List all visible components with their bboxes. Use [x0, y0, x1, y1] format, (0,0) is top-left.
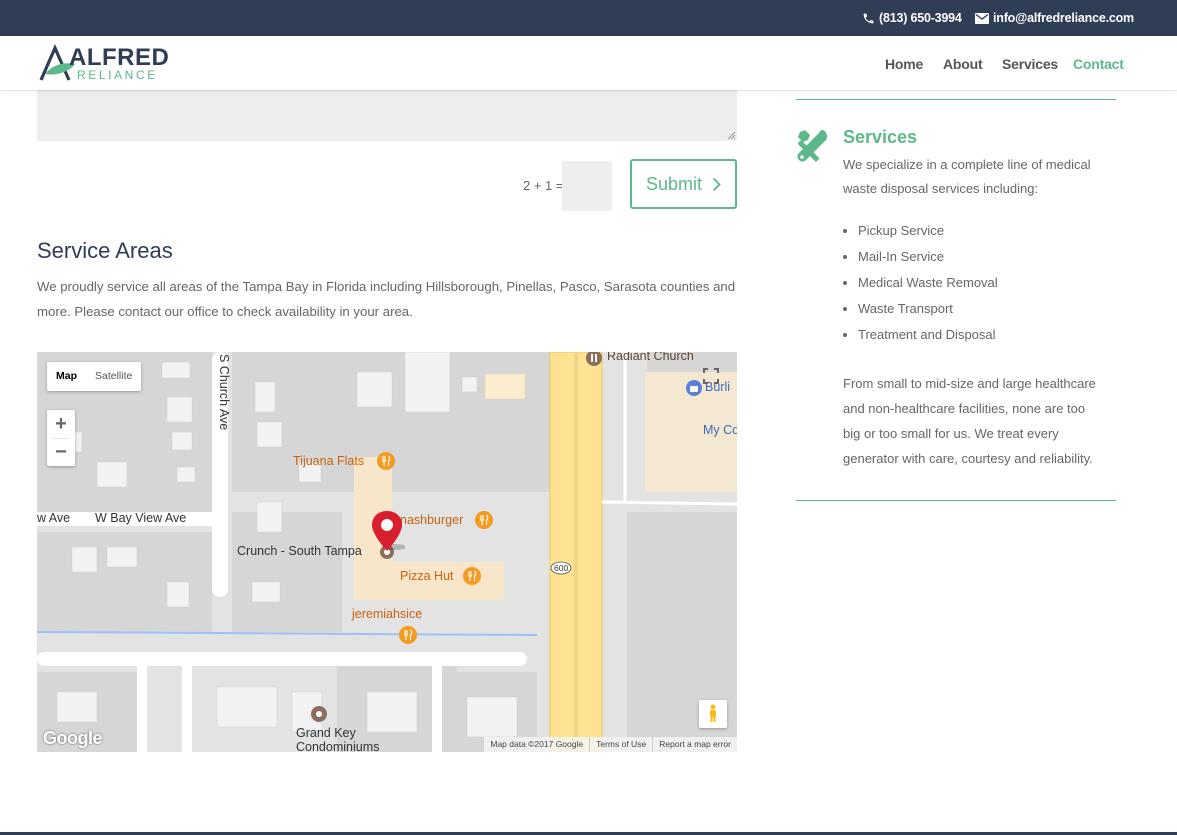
restaurant-icon	[475, 511, 493, 529]
restaurant-icon	[377, 452, 395, 470]
submit-button[interactable]: Submit	[630, 159, 737, 209]
message-textarea[interactable]	[37, 90, 737, 141]
map-label-w-ave: w Ave	[37, 511, 71, 525]
top-bar: (813) 650-3994 info@alfredreliance.com	[0, 0, 1177, 36]
church-poi-icon	[586, 352, 602, 366]
services-list: Pickup Service Mail-In Service Medical W…	[858, 218, 998, 348]
resize-handle-icon[interactable]	[727, 131, 736, 140]
submit-label: Submit	[646, 173, 703, 194]
sidebar-services-title: Services	[843, 127, 918, 147]
restaurant-icon	[463, 567, 481, 585]
service-areas-heading: Service Areas	[37, 238, 173, 263]
google-map[interactable]: S Church Ave w Ave W Bay View Ave Tijuan…	[37, 352, 737, 752]
map-type-map-button[interactable]: Map	[47, 362, 86, 391]
list-item: Medical Waste Removal	[858, 270, 998, 296]
map-label-jeremiahsice: jeremiahsice	[352, 607, 423, 621]
fullscreen-icon[interactable]	[697, 362, 725, 390]
nav-services[interactable]: Services	[1002, 56, 1058, 72]
email-link[interactable]: info@alfredreliance.com	[975, 11, 1134, 25]
restaurant-icon	[399, 626, 417, 644]
tools-icon	[797, 130, 827, 162]
phone-link[interactable]: (813) 650-3994	[862, 11, 962, 25]
map-label-s-church-ave: S Church Ave	[217, 354, 231, 431]
location-pin-icon[interactable]	[369, 509, 405, 555]
map-attribution: Map data ©2017 Google Terms of Use Repor…	[484, 737, 737, 752]
report-map-error-link[interactable]: Report a map error	[652, 737, 737, 752]
terms-of-use-link[interactable]: Terms of Use	[589, 737, 652, 752]
map-label-radiant-church: Radiant Church	[607, 352, 694, 363]
nav-contact[interactable]: Contact	[1073, 56, 1124, 72]
sidebar-divider-top	[796, 99, 1116, 100]
map-data-credit: Map data ©2017 Google	[490, 739, 584, 749]
site-logo[interactable]: ALFRED RELIANCE	[39, 44, 169, 84]
list-item: Treatment and Disposal	[858, 322, 998, 348]
site-header: ALFRED RELIANCE Home About Services Cont…	[0, 36, 1177, 90]
map-label-crunch: Crunch - South Tampa	[237, 544, 362, 558]
phone-icon	[863, 13, 874, 23]
map-type-satellite-button[interactable]: Satellite	[86, 362, 141, 391]
sidebar-divider-bottom	[796, 500, 1116, 501]
map-label-condominiums: Condominiums	[296, 740, 380, 752]
email-text: info@alfredreliance.com	[993, 11, 1134, 25]
captcha-input[interactable]	[562, 161, 612, 211]
sidebar-intro: We specialize in a complete line of medi…	[843, 157, 1091, 196]
apartment-poi-icon	[311, 706, 327, 722]
envelope-icon	[975, 12, 989, 24]
street-view-button[interactable]	[699, 700, 727, 728]
zoom-control: + −	[47, 410, 75, 466]
service-areas-text: We proudly service all areas of the Tamp…	[37, 279, 736, 319]
map-label-pizza-hut: Pizza Hut	[400, 569, 454, 583]
pegman-icon	[710, 704, 716, 722]
map-label-tijuana-flats: Tijuana Flats	[293, 454, 365, 468]
captcha-label: 2 + 1 =	[523, 178, 564, 193]
nav-home[interactable]: Home	[885, 56, 923, 72]
zoom-out-button[interactable]: −	[47, 439, 75, 466]
map-label-my-co: My Co	[703, 423, 737, 437]
phone-text: (813) 650-3994	[879, 11, 962, 25]
map-type-control: Map Satellite	[47, 362, 142, 391]
list-item: Waste Transport	[858, 296, 998, 322]
map-label-grand-key: Grand Key	[296, 726, 356, 740]
logo-text-reliance: RELIANCE	[77, 68, 158, 82]
map-label-w-bay-view-ave: W Bay View Ave	[95, 511, 187, 525]
chevron-right-icon	[712, 177, 721, 191]
list-item: Mail-In Service	[858, 244, 998, 270]
nav-about[interactable]: About	[943, 56, 983, 72]
google-logo: Google	[43, 728, 103, 748]
sidebar-paragraph: From small to mid-size and large healthc…	[843, 376, 1096, 466]
zoom-in-button[interactable]: +	[47, 410, 75, 438]
list-item: Pickup Service	[858, 218, 998, 244]
route-shield-label: 600	[554, 563, 569, 573]
map-label-smashburger: nashburger	[400, 513, 464, 527]
